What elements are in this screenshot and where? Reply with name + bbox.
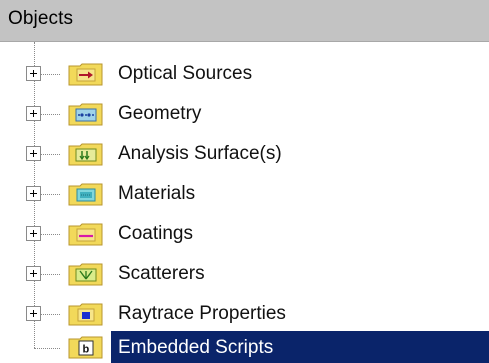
tree-item-label: Embedded Scripts (118, 337, 274, 358)
coatings-folder-icon (68, 223, 103, 246)
svg-text:b: b (83, 344, 90, 356)
tree-item-analysis-surfaces[interactable]: Analysis Surface(s) (0, 134, 489, 174)
embedded-scripts-folder-icon: b (68, 336, 103, 359)
tree-item-label: Geometry (118, 103, 202, 124)
tree-item-label: Scatterers (118, 263, 205, 284)
panel-title: Objects (8, 8, 74, 29)
expand-button[interactable] (26, 266, 41, 281)
expand-button[interactable] (26, 146, 41, 161)
tree-item-label: Analysis Surface(s) (118, 143, 282, 164)
optical-sources-folder-icon (68, 63, 103, 86)
tree-item-geometry[interactable]: Geometry (0, 94, 489, 134)
tree-item-optical-sources[interactable]: Optical Sources (0, 54, 489, 94)
expand-button[interactable] (26, 186, 41, 201)
materials-folder-icon (68, 183, 103, 206)
tree-branch-line (34, 348, 60, 349)
tree-item-materials[interactable]: Materials (0, 174, 489, 214)
panel-header: Objects (0, 0, 489, 42)
expand-button[interactable] (26, 106, 41, 121)
tree-item-label: Raytrace Properties (118, 303, 286, 324)
analysis-surface-folder-icon (68, 143, 103, 166)
scatterers-folder-icon (68, 263, 103, 286)
tree-item-label: Optical Sources (118, 63, 253, 84)
objects-panel: Objects Optical Sources Geometry Analysi… (0, 0, 489, 363)
tree-item-label: Coatings (118, 223, 193, 244)
tree-item-scatterers[interactable]: Scatterers (0, 254, 489, 294)
expand-button[interactable] (26, 226, 41, 241)
expand-button[interactable] (26, 306, 41, 321)
tree-item-label: Materials (118, 183, 196, 204)
tree-item-embedded-scripts[interactable]: b Embedded Scripts (0, 323, 489, 363)
tree-item-coatings[interactable]: Coatings (0, 214, 489, 254)
geometry-folder-icon (68, 103, 103, 126)
object-tree: Optical Sources Geometry Analysis Surfac… (0, 42, 489, 363)
expand-button[interactable] (26, 66, 41, 81)
